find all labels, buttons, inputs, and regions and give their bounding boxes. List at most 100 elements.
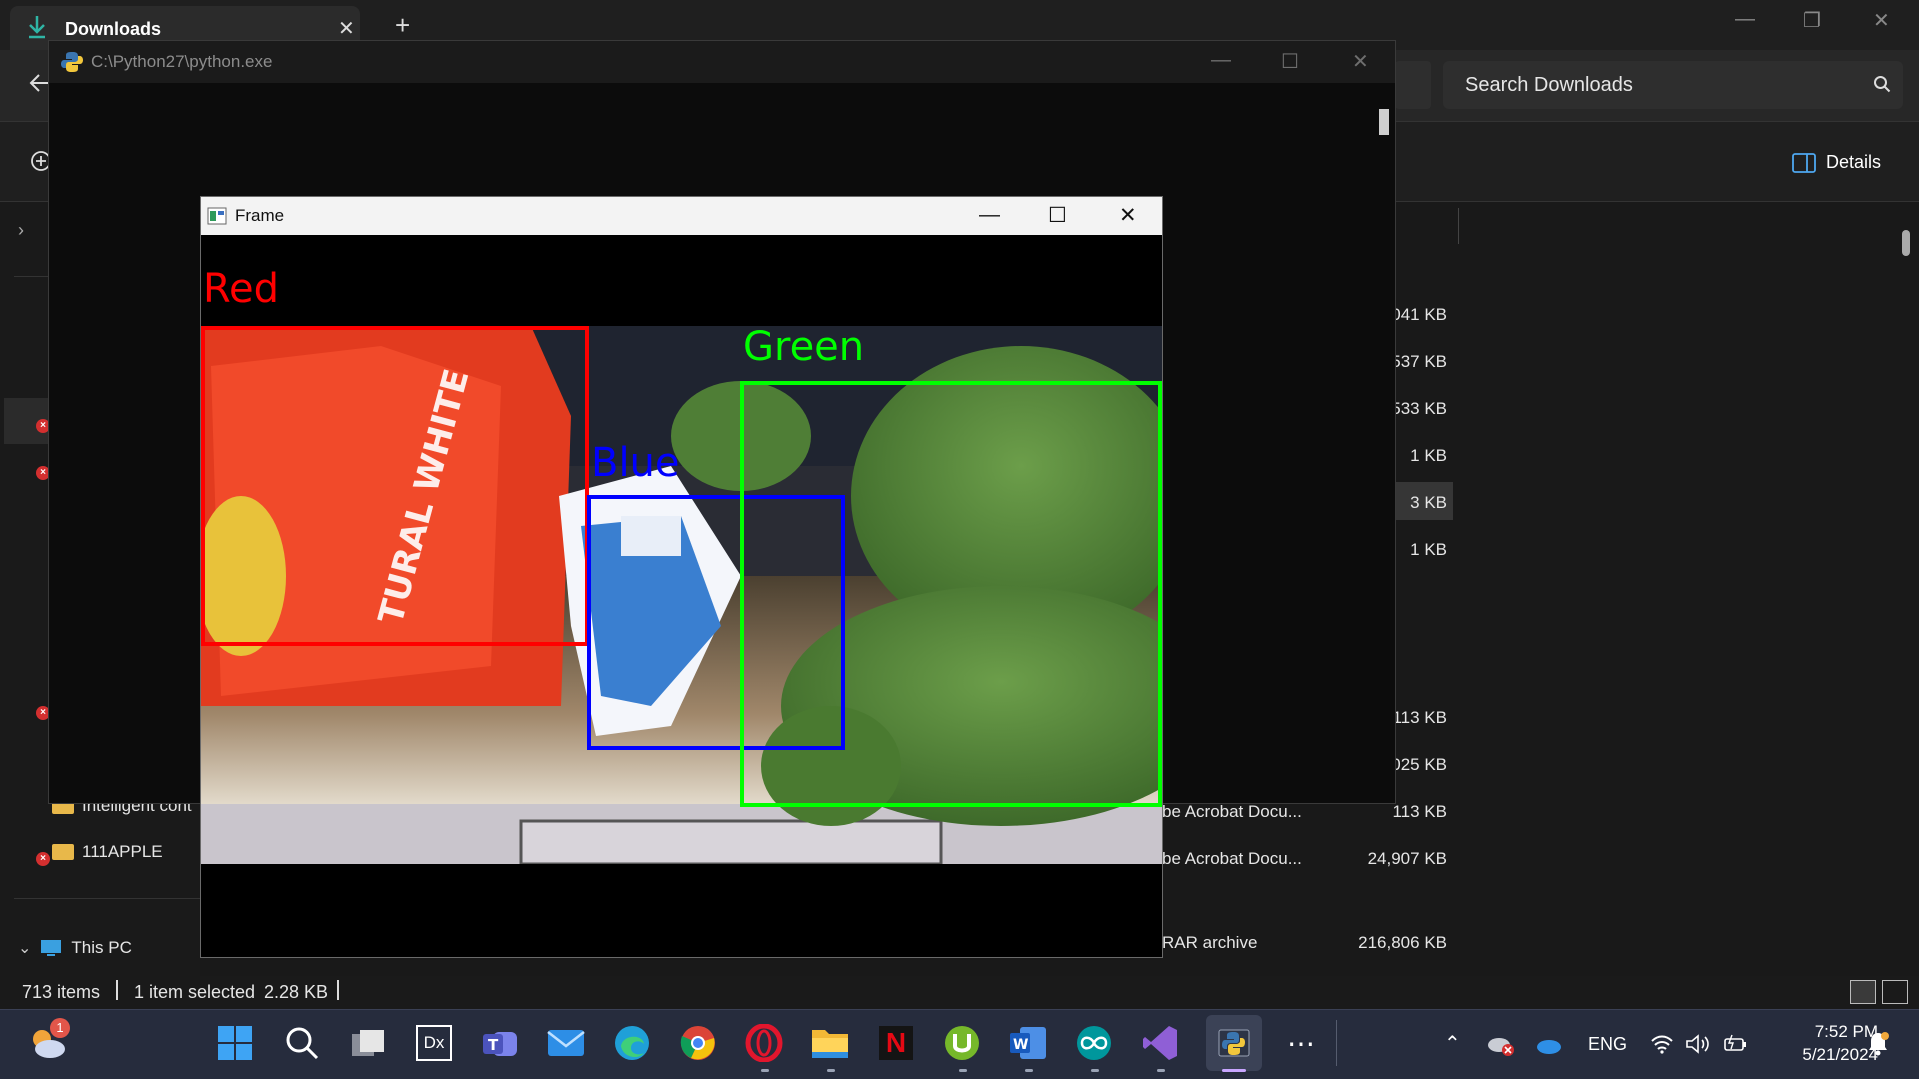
onedrive-icon[interactable] <box>1534 1036 1562 1054</box>
start-button[interactable] <box>213 1021 257 1065</box>
clock-date[interactable]: 5/21/2024 <box>1770 1045 1878 1065</box>
taskbar-app-teams[interactable]: T <box>478 1021 522 1065</box>
running-indicator <box>827 1069 835 1072</box>
status-separator <box>116 980 118 1000</box>
nav-item-this-pc[interactable]: ⌄ This PC <box>18 938 132 958</box>
close-icon[interactable]: ✕ <box>1352 49 1369 74</box>
frame-title: Frame <box>235 206 285 225</box>
running-indicator <box>1091 1069 1099 1072</box>
wifi-icon[interactable] <box>1650 1034 1674 1054</box>
taskbar-app-visual-studio[interactable] <box>1138 1021 1182 1065</box>
mail-icon <box>547 1030 585 1056</box>
item-count: 713 items <box>22 982 101 1002</box>
search-box[interactable]: Search Downloads <box>1443 61 1903 109</box>
detection-label-red: Red <box>203 266 279 312</box>
running-indicator <box>959 1069 967 1072</box>
restore-icon[interactable]: ❐ <box>1803 8 1821 33</box>
task-view-button[interactable] <box>346 1021 390 1065</box>
taskbar-app-arduino[interactable] <box>1072 1021 1116 1065</box>
scrollbar-thumb[interactable] <box>1902 230 1910 256</box>
minimize-icon[interactable]: — <box>979 203 1000 227</box>
details-label: Details <box>1826 152 1882 172</box>
taskbar-app-chrome[interactable] <box>676 1021 720 1065</box>
computer-icon <box>41 940 62 956</box>
teams-icon: T <box>483 1032 517 1056</box>
minimize-icon[interactable]: — <box>1211 49 1231 72</box>
selection-size: 2.28 KB <box>264 982 329 1002</box>
expand-chevron-icon[interactable]: › <box>18 220 24 241</box>
console-title-bar[interactable]: C:\Python27\python.exe — ☐ ✕ <box>49 41 1395 83</box>
detection-label-green: Green <box>743 324 865 370</box>
detection-box-red <box>201 326 589 646</box>
search-icon[interactable] <box>1873 75 1891 93</box>
opera-icon <box>745 1024 783 1062</box>
taskbar-app-mail[interactable] <box>544 1021 588 1065</box>
new-tab-button[interactable]: + <box>395 10 410 41</box>
nav-item-label: This PC <box>71 938 132 957</box>
arduino-icon <box>1077 1026 1111 1060</box>
taskbar-app-dx[interactable]: Dx <box>412 1021 456 1065</box>
nav-item-label: 111APPLE <box>82 842 163 861</box>
folder-icon <box>812 1030 848 1058</box>
notification-bell-icon[interactable] <box>1866 1030 1890 1058</box>
frame-window: Frame — ☐ ✕ TURAL WHITE Red Blue Green <box>200 196 1163 958</box>
tiles-view-button[interactable] <box>1882 980 1908 1004</box>
maximize-icon[interactable]: ☐ <box>1048 203 1067 228</box>
close-icon[interactable]: ✕ <box>1119 203 1137 228</box>
sync-error-icon: × <box>36 852 50 866</box>
detection-label-blue: Blue <box>591 440 680 486</box>
taskbar-divider <box>1336 1020 1337 1066</box>
more-icon: ⋯ <box>1287 1027 1317 1059</box>
scrollbar-thumb[interactable] <box>1379 109 1389 135</box>
taskbar-app-opera[interactable] <box>742 1021 786 1065</box>
edge-icon <box>615 1026 649 1060</box>
address-bar[interactable] <box>1395 61 1431 109</box>
search-icon <box>286 1027 319 1060</box>
active-indicator <box>1222 1069 1246 1072</box>
running-indicator <box>1025 1069 1033 1072</box>
volume-icon[interactable] <box>1685 1033 1711 1055</box>
selection-count: 1 item selected <box>134 982 256 1002</box>
netflix-icon: N <box>879 1026 913 1060</box>
details-button[interactable]: Details <box>1792 152 1881 173</box>
file-type: be Acrobat Docu... <box>1162 849 1302 868</box>
visual-studio-icon <box>1143 1026 1177 1060</box>
file-size: 113 KB <box>1392 802 1447 821</box>
running-indicator <box>1157 1069 1165 1072</box>
file-size: 216,806 KB <box>1358 933 1447 952</box>
chrome-icon <box>680 1026 715 1060</box>
svg-text:T: T <box>488 1036 499 1054</box>
clock-time[interactable]: 7:52 PM <box>1790 1022 1878 1042</box>
close-icon[interactable]: ✕ <box>1873 8 1890 33</box>
python-icon <box>61 52 83 72</box>
onedrive-error-icon[interactable] <box>1487 1033 1515 1057</box>
maximize-icon[interactable]: ☐ <box>1281 49 1299 74</box>
tab-close-icon[interactable]: ✕ <box>338 16 355 41</box>
minimize-icon[interactable]: — <box>1735 8 1755 31</box>
word-icon: W <box>1010 1027 1046 1059</box>
taskbar-app-netflix[interactable]: N <box>874 1021 918 1065</box>
taskbar-app-python[interactable] <box>1206 1015 1262 1071</box>
nav-item-111apple[interactable]: 111APPLE <box>52 842 163 862</box>
taskbar-app-utorrent[interactable] <box>940 1021 984 1065</box>
task-view-icon <box>352 1030 384 1056</box>
details-view-button[interactable] <box>1850 980 1876 1004</box>
console-title: C:\Python27\python.exe <box>91 52 273 71</box>
battery-icon[interactable] <box>1722 1034 1748 1054</box>
search-input[interactable]: Search Downloads <box>1465 74 1633 97</box>
video-canvas: TURAL WHITE Red Blue Green <box>201 235 1162 957</box>
file-type: RAR archive <box>1162 933 1258 952</box>
frame-title-bar[interactable]: Frame — ☐ ✕ <box>201 197 1162 235</box>
taskbar-app-file-explorer[interactable] <box>808 1021 852 1065</box>
status-separator <box>337 980 339 1000</box>
notification-badge: 1 <box>50 1018 70 1038</box>
file-size: 24,907 KB <box>1367 849 1447 868</box>
taskbar-search-button[interactable] <box>280 1021 324 1065</box>
taskbar-more-button[interactable]: ⋯ <box>1280 1021 1324 1065</box>
chevron-down-icon[interactable]: ⌄ <box>18 938 31 958</box>
language-indicator[interactable]: ENG <box>1588 1034 1627 1055</box>
show-hidden-icons-chevron-icon[interactable]: ⌃ <box>1444 1031 1461 1056</box>
details-pane-icon <box>1792 152 1816 173</box>
taskbar-app-edge[interactable] <box>610 1021 654 1065</box>
taskbar-app-word[interactable]: W <box>1006 1021 1050 1065</box>
